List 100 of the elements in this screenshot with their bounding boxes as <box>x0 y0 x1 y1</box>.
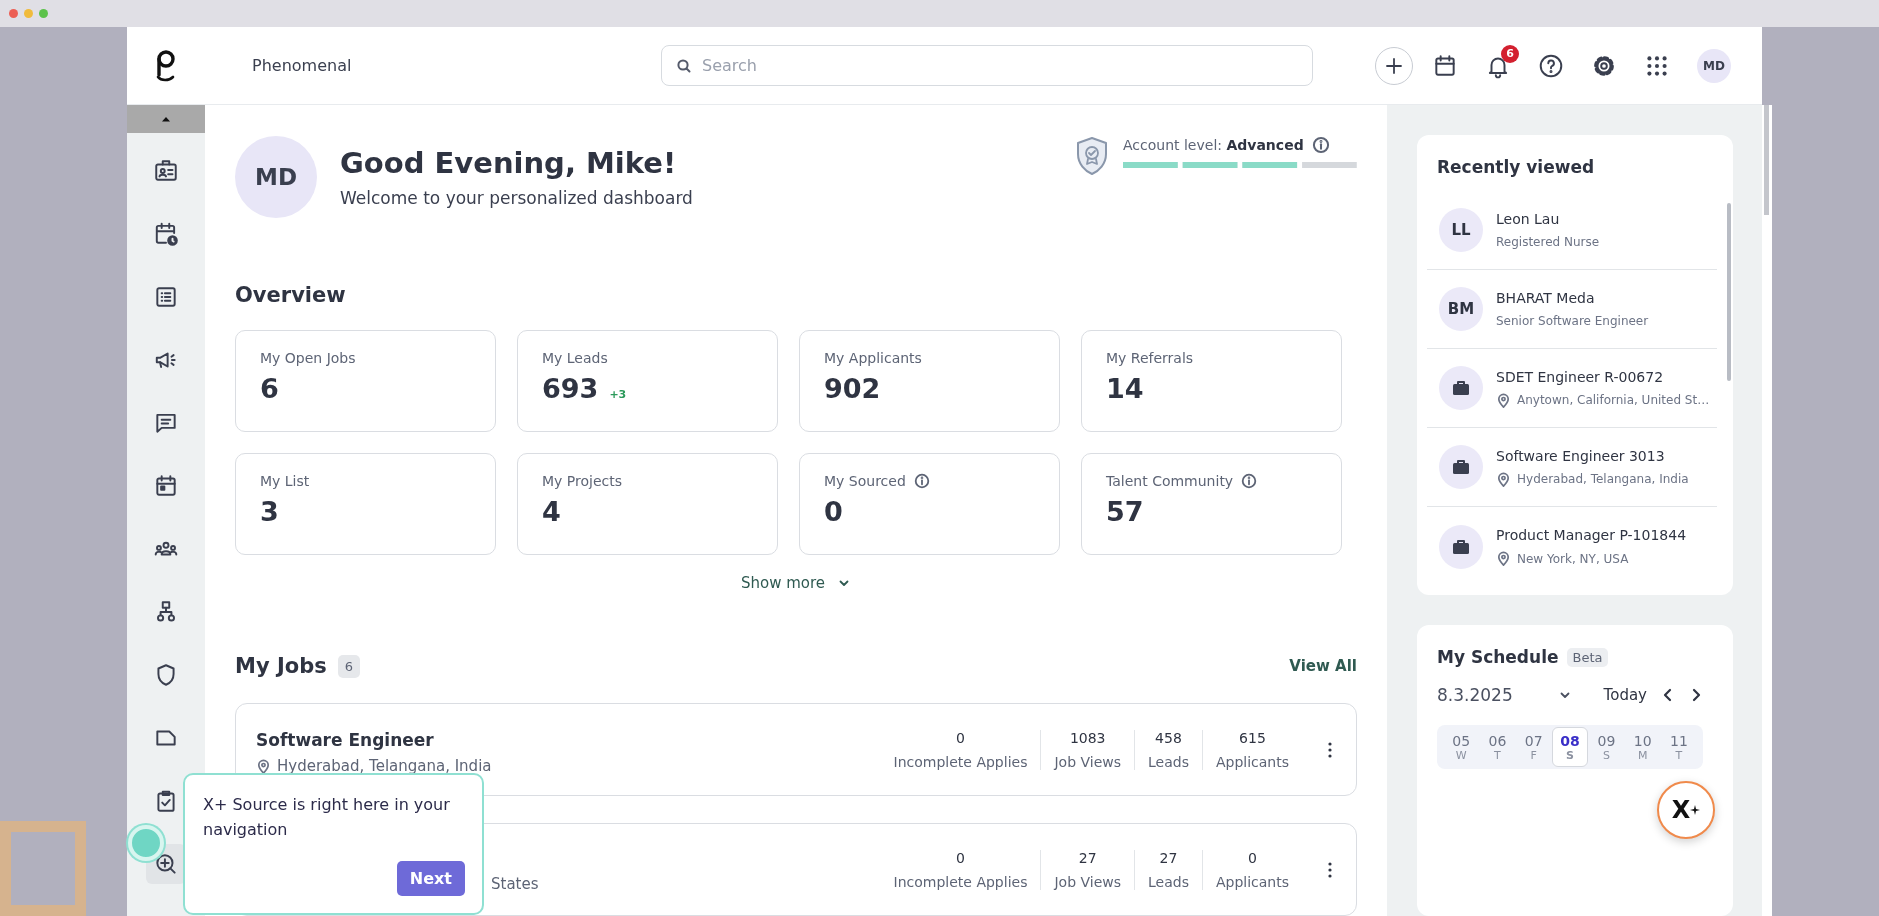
close-dot[interactable] <box>9 9 18 18</box>
stat-value: 615 <box>1239 729 1266 746</box>
search-icon <box>676 58 692 74</box>
stat-change: +3 <box>609 388 627 401</box>
shield-badge-icon <box>1075 136 1109 176</box>
stat-label: My Open Jobs <box>260 350 356 366</box>
stat-card[interactable]: My List 3 <box>235 453 496 555</box>
calendar-icon[interactable] <box>1432 52 1458 79</box>
item-title: Product Manager P-101844 <box>1496 527 1687 543</box>
day-button[interactable]: 06 T <box>1479 727 1516 767</box>
count-badge: 6 <box>337 654 360 678</box>
item-subtitle: Anytown, California, United St… <box>1517 393 1710 407</box>
item-subtitle: Senior Software Engineer <box>1496 314 1649 328</box>
show-more-link[interactable]: Show more <box>740 574 852 592</box>
avatar: LL <box>1439 208 1483 252</box>
stat-label: My Applicants <box>824 350 922 366</box>
job-location: Hyderabad, Telangana, India <box>277 757 492 775</box>
stat-value: 6 <box>260 373 279 404</box>
briefcase-icon <box>1452 538 1470 555</box>
stat-value: 0 <box>956 729 965 746</box>
greeting-subtitle: Welcome to your personalized dashboard <box>340 188 693 208</box>
stat-card[interactable]: My Applicants 902 <box>799 330 1060 432</box>
help-icon[interactable] <box>1538 52 1564 79</box>
item-subtitle: Hyderabad, Telangana, India <box>1517 472 1689 486</box>
stat-value: 3 <box>260 496 279 527</box>
logo-icon[interactable] <box>155 48 177 83</box>
pulse-dot <box>128 825 164 861</box>
user-avatar: MD <box>235 136 317 218</box>
day-button[interactable]: 11 T <box>1660 727 1698 767</box>
minimize-dot[interactable] <box>24 9 33 18</box>
job-location: States <box>491 874 539 893</box>
greeting-title: Good Evening, Mike! <box>340 146 678 180</box>
stat-value: 902 <box>824 373 881 404</box>
plus-icon <box>1384 55 1404 76</box>
item-title: Leon Lau <box>1496 211 1561 227</box>
section-title: My Jobs <box>235 654 327 678</box>
stat-label: Applicants <box>1215 873 1289 890</box>
recent-item[interactable]: Product Manager P-101844 New York, NY, USA <box>1427 507 1717 586</box>
stat-label: My Projects <box>542 473 622 489</box>
day-button[interactable]: 08 S <box>1551 727 1589 767</box>
search-field[interactable]: Search <box>661 45 1313 86</box>
item-subtitle: Registered Nurse <box>1496 235 1600 249</box>
calendar-icon[interactable] <box>153 473 179 499</box>
list-icon[interactable] <box>153 284 179 310</box>
beta-badge: Beta <box>1566 647 1609 667</box>
stat-value: 4 <box>542 496 561 527</box>
stat-value: 57 <box>1106 496 1144 527</box>
item-title: SDET Engineer R-00672 <box>1496 368 1665 385</box>
stat-label: Talent Community <box>1106 473 1234 489</box>
stat-label: Leads <box>1148 753 1189 770</box>
recent-item[interactable]: LL Leon Lau Registered Nurse <box>1427 191 1717 270</box>
next-button[interactable]: Next <box>396 861 465 896</box>
caret-up-icon <box>161 116 171 122</box>
stat-label: My Sourced <box>824 473 906 489</box>
user-avatar[interactable]: MD <box>1697 48 1731 83</box>
today-button[interactable]: Today <box>1603 686 1647 704</box>
stat-label: Incomplete Applies <box>893 753 1028 770</box>
location-pin-icon <box>256 758 271 774</box>
notification-badge: 6 <box>1501 44 1519 63</box>
search-sparkle-icon[interactable] <box>153 851 179 877</box>
stat-label: My List <box>260 473 310 489</box>
stat-label: My Leads <box>542 350 608 366</box>
stat-value: 27 <box>1078 849 1097 866</box>
stat-label: My Referrals <box>1106 350 1194 366</box>
info-icon[interactable] <box>1311 136 1330 154</box>
day-button[interactable]: 05 W <box>1443 727 1480 767</box>
info-icon[interactable] <box>1241 473 1258 489</box>
more-icon[interactable] <box>1327 860 1333 879</box>
location-pin-icon <box>1496 551 1511 566</box>
calendar-clock-icon[interactable] <box>153 221 179 247</box>
stat-card[interactable]: My Open Jobs 6 <box>235 330 496 432</box>
stat-card[interactable]: My Leads 693 +3 <box>517 330 778 432</box>
app-name: Phenomenal <box>252 56 353 75</box>
section-title: Overview <box>235 283 347 307</box>
info-icon[interactable] <box>913 473 930 489</box>
day-button[interactable]: 09 S <box>1588 727 1625 767</box>
stat-card[interactable]: My Referrals 14 <box>1081 330 1342 432</box>
recent-item[interactable]: Software Engineer 3013 Hyderabad, Telangana, India <box>1427 428 1717 507</box>
id-badge-icon[interactable] <box>153 158 179 184</box>
card-title: My Schedule <box>1436 647 1559 667</box>
item-subtitle: New York, NY, USA <box>1517 551 1629 566</box>
scrollbar[interactable] <box>1727 203 1731 381</box>
stat-card[interactable]: My Projects 4 <box>517 453 778 555</box>
recent-item[interactable]: SDET Engineer R-00672 Anytown, California, United St… <box>1427 349 1717 428</box>
more-icon[interactable] <box>1327 740 1333 759</box>
stat-card[interactable]: My Sourced 0 <box>799 453 1060 555</box>
stat-value: 458 <box>1155 729 1182 746</box>
card-title: Recently viewed <box>1436 157 1596 177</box>
item-title: BHARAT Meda <box>1496 290 1596 306</box>
day-button[interactable]: 07 F <box>1515 727 1552 767</box>
sparkle-icon <box>1690 805 1701 815</box>
stat-card[interactable]: Talent Community 57 <box>1081 453 1342 555</box>
scrollbar[interactable] <box>1762 105 1772 916</box>
day-button[interactable]: 10 M <box>1624 727 1661 767</box>
location-pin-icon <box>1496 471 1511 487</box>
job-title[interactable]: Software Engineer <box>256 730 881 750</box>
recent-item[interactable]: BM BHARAT Meda Senior Software Engineer <box>1427 270 1717 349</box>
maximize-dot[interactable] <box>39 9 48 18</box>
date-dropdown[interactable]: 8.3.2025 <box>1437 685 1572 705</box>
view-all-link[interactable]: View All <box>1289 657 1357 675</box>
